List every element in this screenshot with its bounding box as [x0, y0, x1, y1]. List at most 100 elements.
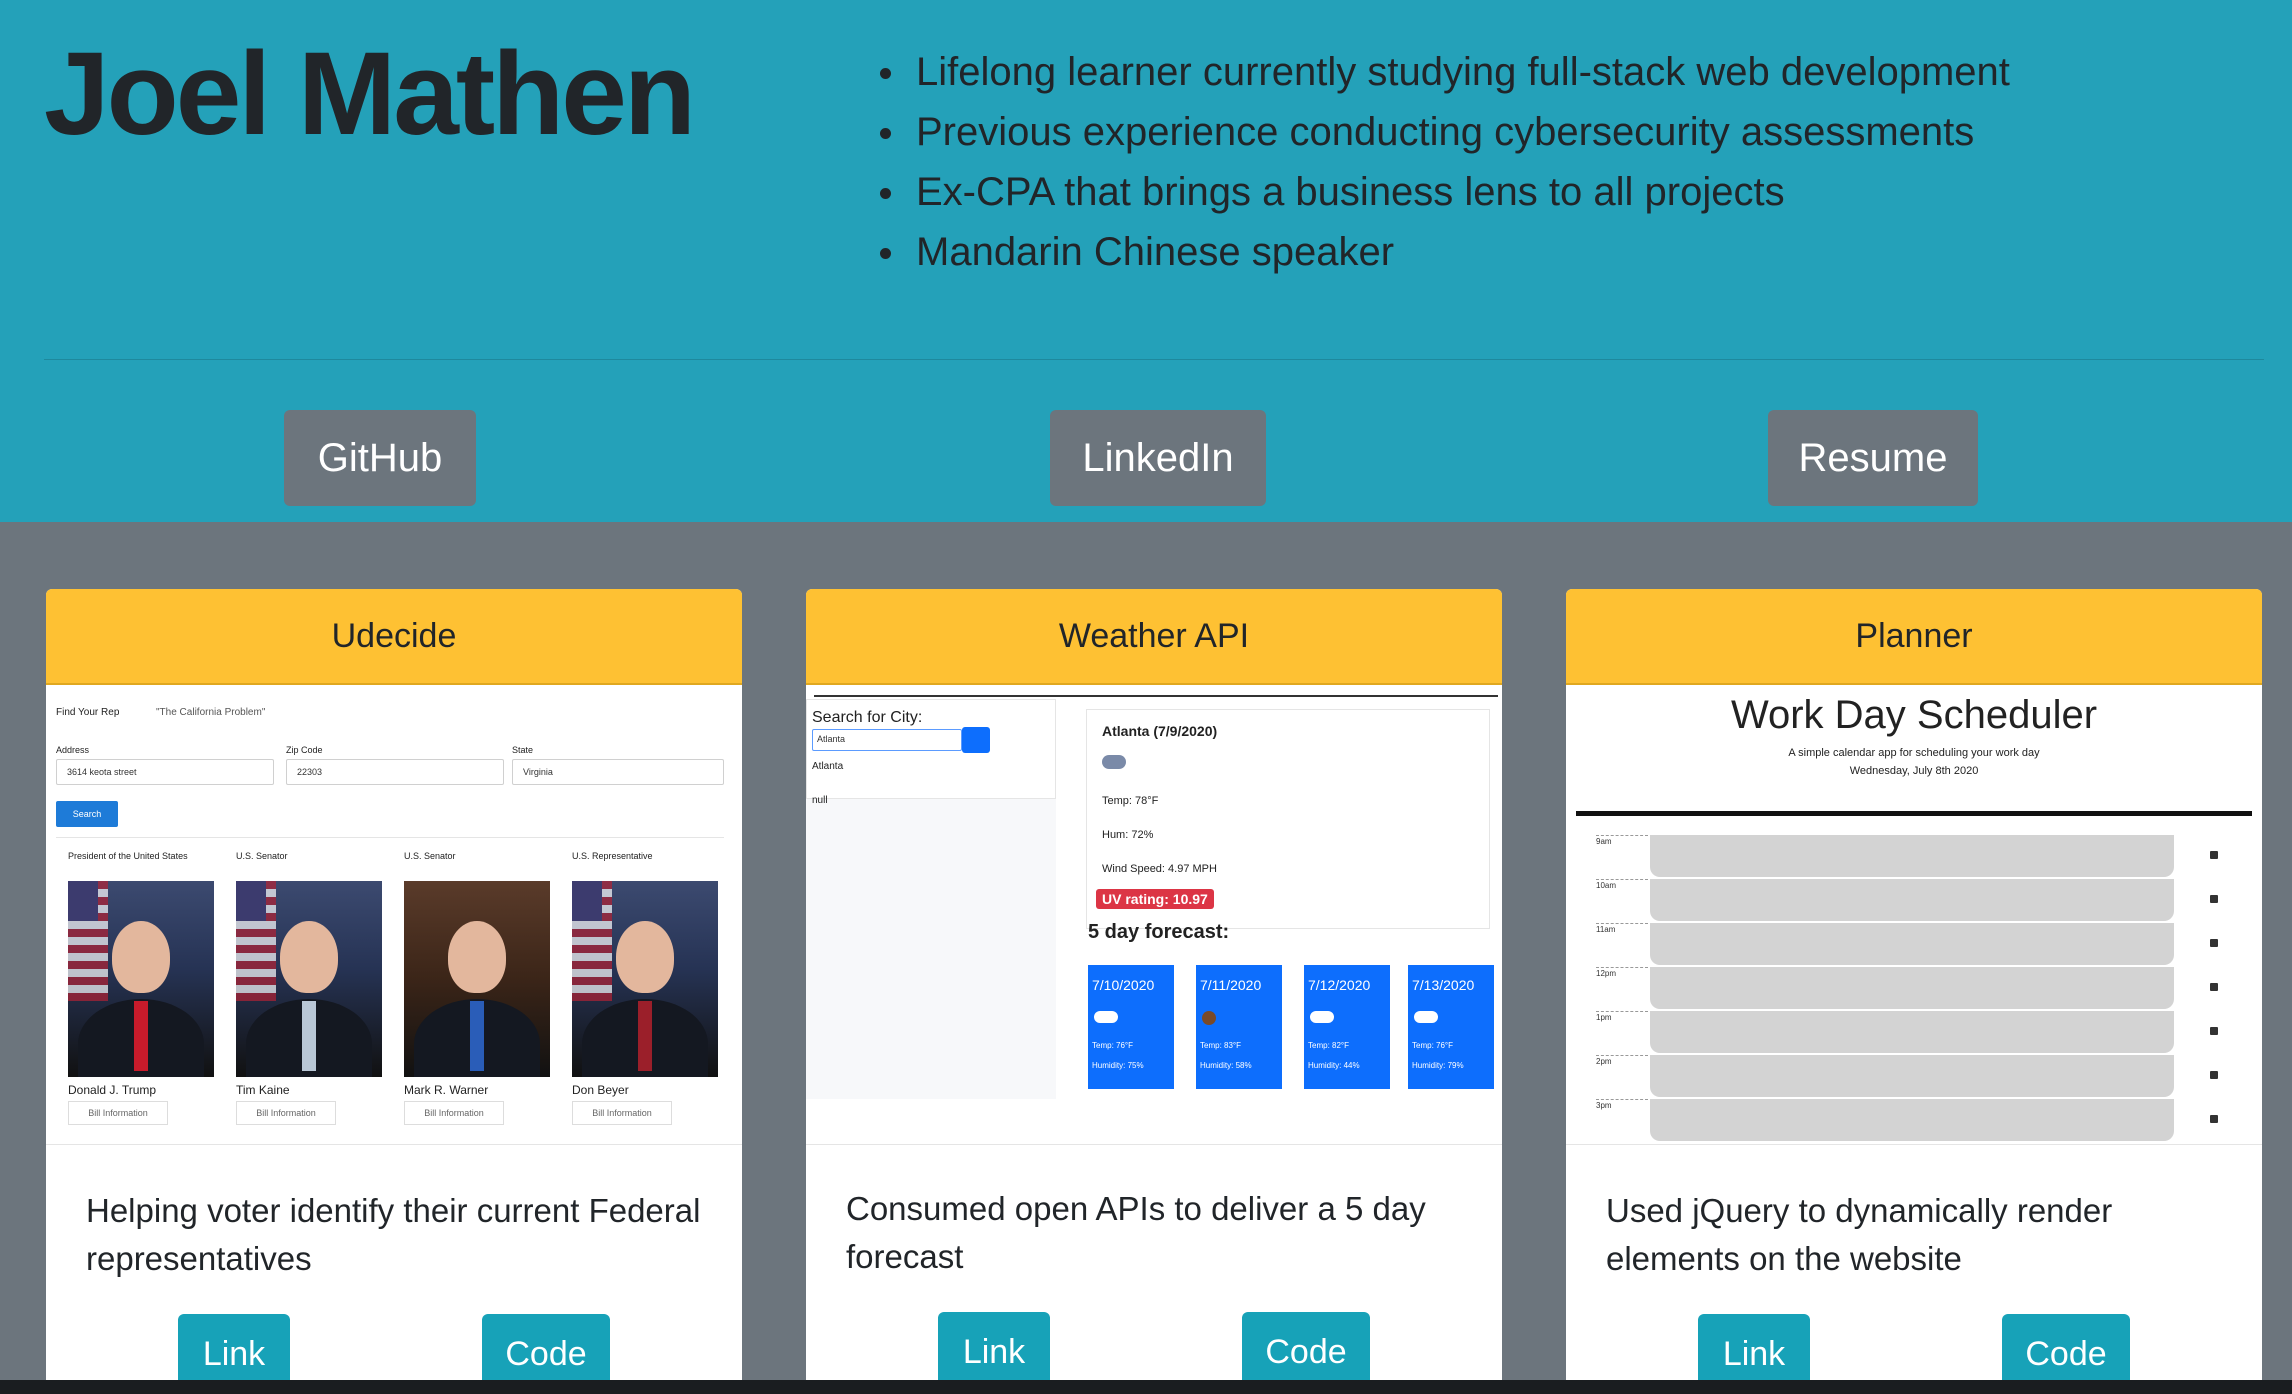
rep-name: Mark R. Warner [404, 1083, 489, 1097]
bio-item: Mandarin Chinese speaker [878, 222, 2010, 282]
github-button[interactable]: GitHub [284, 410, 476, 506]
weather-icon [1094, 1011, 1118, 1023]
forecast-card: 7/10/2020 Temp: 76°F Humidity: 75% [1088, 965, 1174, 1089]
project-link-button[interactable]: Link [178, 1314, 290, 1389]
mini-divider [1576, 811, 2252, 816]
forecast-date: 7/12/2020 [1308, 977, 1371, 993]
card-title: Udecide [46, 589, 742, 685]
mini-tab: "The California Problem" [156, 707, 266, 718]
rep-name: Tim Kaine [236, 1083, 290, 1097]
mini-search-label: Search for City: [812, 709, 923, 726]
mini-sidebar [806, 799, 1056, 1099]
project-screenshot: Find Your Rep "The California Problem" A… [46, 685, 742, 1145]
project-card-weather: Weather API Search for City: Atlanta Atl… [806, 589, 1502, 1389]
time-block: 3pm [1596, 1099, 2226, 1143]
mini-history-item: Atlanta [812, 761, 844, 772]
mini-divider [56, 837, 724, 838]
rep-photo [572, 881, 718, 1077]
save-icon [2210, 1115, 2218, 1123]
card-title: Weather API [806, 589, 1502, 685]
uv-badge: UV rating: 10.97 [1096, 889, 1214, 909]
save-icon [2210, 983, 2218, 991]
rep-photo [68, 881, 214, 1077]
bio-item: Lifelong learner currently studying full… [878, 42, 2010, 102]
forecast-hum: Humidity: 58% [1200, 1061, 1252, 1070]
forecast-date: 7/13/2020 [1412, 977, 1475, 993]
forecast-date: 7/10/2020 [1092, 977, 1155, 993]
bio-item: Previous experience conducting cybersecu… [878, 102, 2010, 162]
time-label: 9am [1596, 837, 1612, 846]
time-label: 11am [1596, 925, 1616, 934]
card-description: Helping voter identify their current Fed… [86, 1192, 701, 1277]
rep-office: President of the United States [68, 851, 188, 861]
divider [44, 359, 2264, 360]
card-title: Planner [1566, 589, 2262, 685]
rep-bill-button: Bill Information [404, 1101, 504, 1125]
time-slot [1650, 1099, 2174, 1141]
mini-field-label: State [512, 745, 534, 755]
project-card-planner: Planner Work Day Scheduler A simple cale… [1566, 589, 2262, 1389]
linkedin-button[interactable]: LinkedIn [1050, 410, 1266, 506]
rep-office: U.S. Senator [236, 851, 288, 861]
project-screenshot: Work Day Scheduler A simple calendar app… [1566, 685, 2262, 1145]
time-block: 12pm [1596, 967, 2226, 1011]
rep-name: Donald J. Trump [68, 1083, 157, 1097]
time-slot [1650, 967, 2174, 1009]
save-icon [2210, 1071, 2218, 1079]
mini-zip-input: 22303 [286, 759, 504, 785]
time-label: 10am [1596, 881, 1617, 890]
mini-tab-active: Find Your Rep [56, 707, 120, 718]
save-icon [2210, 851, 2218, 859]
rep-office: U.S. Representative [572, 851, 653, 861]
time-block: 1pm [1596, 1011, 2226, 1055]
rep-bill-button: Bill Information [572, 1101, 672, 1125]
forecast-hum: Humidity: 44% [1308, 1061, 1360, 1070]
time-block: 9am [1596, 835, 2226, 879]
bottom-bar [0, 1380, 2292, 1394]
mini-temp: Temp: 78°F [1102, 795, 1159, 807]
time-slot [1650, 879, 2174, 921]
project-code-button[interactable]: Code [1242, 1312, 1370, 1389]
mini-app-subtitle: A simple calendar app for scheduling you… [1788, 747, 2040, 759]
rep-name: Don Beyer [572, 1083, 629, 1097]
card-description: Used jQuery to dynamically render elemen… [1606, 1192, 2113, 1277]
time-slot [1650, 835, 2174, 877]
weather-icon [1202, 1011, 1216, 1025]
forecast-hum: Humidity: 75% [1092, 1061, 1144, 1070]
forecast-card: 7/12/2020 Temp: 82°F Humidity: 44% [1304, 965, 1390, 1089]
mini-state-select: Virginia [512, 759, 724, 785]
rep-bill-button: Bill Information [236, 1101, 336, 1125]
resume-button[interactable]: Resume [1768, 410, 1978, 506]
time-slot [1650, 1055, 2174, 1097]
forecast-temp: Temp: 83°F [1200, 1041, 1241, 1050]
save-icon [2210, 1027, 2218, 1035]
project-link-button[interactable]: Link [1698, 1314, 1810, 1389]
mini-app-date: Wednesday, July 8th 2020 [1849, 765, 1979, 777]
mini-field-label: Zip Code [286, 745, 323, 755]
forecast-card: 7/13/2020 Temp: 76°F Humidity: 79% [1408, 965, 1494, 1089]
mini-field-label: Address [56, 745, 90, 755]
mini-search-button: Search [56, 801, 118, 827]
mini-forecast-title: 5 day forecast: [1088, 921, 1230, 943]
project-code-button[interactable]: Code [482, 1314, 610, 1389]
time-slot [1650, 1011, 2174, 1053]
mini-address-input: 3614 keota street [56, 759, 274, 785]
hero-banner: Joel Mathen Lifelong learner currently s… [0, 0, 2292, 522]
forecast-temp: Temp: 82°F [1308, 1041, 1349, 1050]
project-card-udecide: Udecide Find Your Rep "The California Pr… [46, 589, 742, 1389]
mini-city-input: Atlanta [812, 729, 962, 751]
forecast-temp: Temp: 76°F [1092, 1041, 1133, 1050]
mini-topline [814, 695, 1498, 697]
project-screenshot: Search for City: Atlanta Atlanta null At… [806, 685, 1502, 1145]
page-title: Joel Mathen [44, 28, 696, 160]
time-label: 2pm [1596, 1057, 1612, 1066]
rep-photo [236, 881, 382, 1077]
forecast-card: 7/11/2020 Temp: 83°F Humidity: 58% [1196, 965, 1282, 1089]
save-icon [2210, 895, 2218, 903]
project-code-button[interactable]: Code [2002, 1314, 2130, 1389]
project-link-button[interactable]: Link [938, 1312, 1050, 1389]
mini-hum: Hum: 72% [1102, 829, 1154, 841]
time-slot [1650, 923, 2174, 965]
time-label: 1pm [1596, 1013, 1612, 1022]
bio-list: Lifelong learner currently studying full… [878, 42, 2010, 282]
